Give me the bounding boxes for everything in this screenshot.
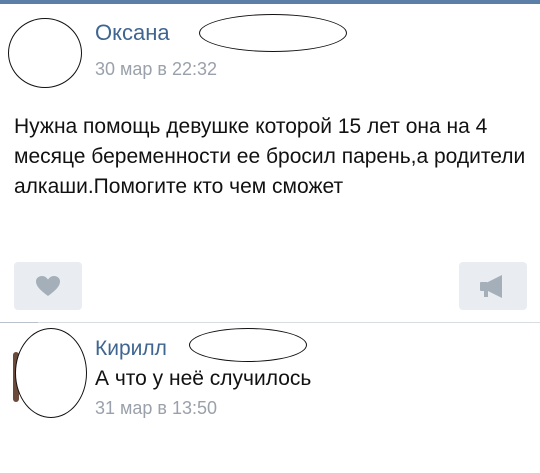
post-timestamp[interactable]: 30 мар в 22:32 (95, 58, 217, 80)
megaphone-icon (480, 275, 502, 298)
divider-accent (0, 322, 38, 323)
divider (0, 322, 540, 323)
post-text: Нужна помощь девушке которой 15 лет она … (14, 115, 526, 198)
post-author-avatar[interactable] (8, 18, 82, 88)
comment-timestamp[interactable]: 31 мар в 13:50 (95, 397, 217, 419)
redacted-surname-mark (189, 328, 307, 362)
like-button[interactable] (14, 262, 82, 310)
comment: Кирилл А что у неё случилось 31 мар в 13… (0, 324, 540, 473)
comment-author-name[interactable]: Кирилл (95, 336, 167, 362)
comment-text: А что у неё случилось (95, 367, 312, 390)
share-button[interactable] (459, 262, 527, 310)
comment-author-avatar[interactable] (15, 328, 87, 418)
redacted-surname-mark (199, 14, 347, 52)
post-author-name[interactable]: Оксана (95, 20, 170, 46)
wall-post: Оксана 30 мар в 22:32 Нужна помощь девуш… (0, 4, 540, 324)
heart-icon (36, 276, 60, 296)
